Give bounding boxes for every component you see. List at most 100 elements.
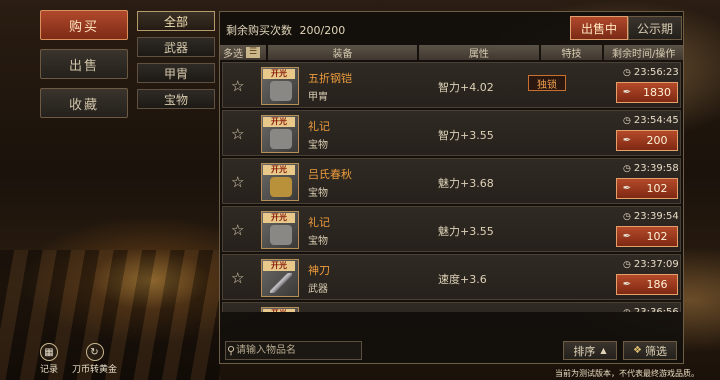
item-time-left: ◷ 23:39:54 bbox=[623, 211, 679, 222]
item-name: 礼记 bbox=[308, 120, 330, 133]
category-menu: 全部 武器 甲胄 宝物 bbox=[137, 11, 215, 115]
price-value: 200 bbox=[646, 134, 668, 147]
item-list[interactable]: ☆ 开光 五折钢铠 甲胄 智力+4.02 独锁 ◷ 23:56:23 ✒ 1830… bbox=[222, 62, 681, 312]
item-ribbon: 开光 bbox=[263, 69, 295, 79]
item-time-value: 23:36:56 bbox=[634, 307, 679, 312]
exchange-label: 刀币转黄金 bbox=[72, 365, 118, 375]
sort-label: 排序 bbox=[573, 344, 596, 358]
item-type: 宝物 bbox=[308, 236, 328, 247]
item-attribute: 魅力+3.68 bbox=[438, 177, 494, 190]
menu-favorites-button[interactable]: 收藏 bbox=[40, 88, 128, 118]
favorite-star-icon[interactable]: ☆ bbox=[231, 77, 244, 95]
item-time-left: ◷ 23:39:58 bbox=[623, 163, 679, 174]
item-time-value: 23:39:54 bbox=[633, 211, 679, 222]
item-blade-icon bbox=[270, 273, 292, 293]
search-icon: ⚲ bbox=[226, 344, 236, 357]
header-time: 剩余时间/操作 bbox=[604, 45, 684, 60]
tab-public-period[interactable]: 公示期 bbox=[628, 16, 682, 40]
category-all-button[interactable]: 全部 bbox=[137, 11, 215, 31]
remaining-value: 200/200 bbox=[299, 24, 346, 37]
left-menu: 购买 出售 收藏 bbox=[40, 10, 128, 127]
category-weapon-button[interactable]: 武器 bbox=[137, 37, 215, 57]
item-thumbnail[interactable]: 开光 bbox=[261, 67, 299, 105]
item-time-left: ◷ 23:56:23 bbox=[623, 67, 679, 78]
item-thumbnail[interactable]: 开光 bbox=[261, 163, 299, 201]
item-ribbon: 开光 bbox=[263, 117, 295, 127]
remaining-purchases: 剩余购买次数 200/200 bbox=[226, 22, 345, 38]
favorite-star-icon[interactable]: ☆ bbox=[231, 173, 244, 191]
item-row[interactable]: ☆ 开光 黑光铠 甲胄 魅力+3.56 ◷23:36:56 ✒ bbox=[222, 302, 681, 312]
multi-select-toggle-icon[interactable]: ☰ bbox=[246, 47, 260, 58]
item-row[interactable]: ☆ 开光 吕氏春秋 宝物 魅力+3.68 ◷ 23:39:58 ✒ 102 bbox=[222, 158, 681, 204]
item-time-value: 23:37:09 bbox=[633, 259, 679, 270]
exchange-icon: ↻ bbox=[85, 343, 104, 361]
buy-price-button[interactable]: ✒ 102 bbox=[616, 178, 678, 199]
header-skill: 特技 bbox=[540, 45, 603, 60]
item-row[interactable]: ☆ 开光 神刀 武器 速度+3.6 ◷ 23:37:09 ✒ 186 bbox=[222, 254, 681, 300]
item-armor-icon bbox=[270, 81, 292, 101]
item-attribute: 速度+3.6 bbox=[438, 273, 487, 286]
item-row[interactable]: ☆ 开光 礼记 宝物 智力+3.55 ◷ 23:54:45 ✒ 200 bbox=[222, 110, 681, 156]
menu-buy-button[interactable]: 购买 bbox=[40, 10, 128, 40]
header-multi-select: 多选 ☰ bbox=[220, 45, 266, 60]
filter-label: 筛选 bbox=[644, 344, 667, 358]
buy-price-button[interactable]: ✒ 186 bbox=[616, 274, 678, 295]
item-thumbnail[interactable]: 开光 bbox=[261, 211, 299, 249]
item-type: 甲胄 bbox=[308, 92, 328, 103]
item-ribbon: 开光 bbox=[263, 309, 295, 312]
item-type: 宝物 bbox=[308, 188, 328, 199]
category-armor-button[interactable]: 甲胄 bbox=[137, 63, 215, 83]
item-thumbnail[interactable]: 开光 bbox=[261, 115, 299, 153]
item-name: 神刀 bbox=[308, 264, 330, 277]
brush-currency-icon: ✒ bbox=[622, 279, 632, 290]
price-value: 102 bbox=[646, 182, 668, 195]
record-button[interactable]: ▦ 记录 bbox=[40, 343, 58, 375]
footer-note: 当前为测试版本，不代表最终游戏品质。 bbox=[555, 369, 699, 378]
remaining-label: 剩余购买次数 bbox=[226, 24, 292, 37]
item-ribbon: 开光 bbox=[263, 261, 295, 271]
market-panel: 剩余购买次数 200/200 出售中 公示期 多选 ☰ 装备 属性 特技 剩余时… bbox=[219, 11, 684, 364]
sort-button[interactable]: 排序 ▲ bbox=[563, 341, 617, 360]
item-type: 宝物 bbox=[308, 140, 328, 151]
favorite-star-icon[interactable]: ☆ bbox=[231, 221, 244, 239]
favorite-star-icon[interactable]: ☆ bbox=[231, 269, 244, 287]
item-time-left: ◷ 23:54:45 bbox=[623, 115, 679, 126]
list-header: 多选 ☰ 装备 属性 特技 剩余时间/操作 bbox=[220, 45, 684, 60]
item-thumbnail[interactable]: 开光 bbox=[261, 307, 299, 312]
item-thumbnail[interactable]: 开光 bbox=[261, 259, 299, 297]
record-label: 记录 bbox=[40, 365, 59, 375]
item-time-value: 23:56:23 bbox=[633, 67, 679, 78]
item-time-value: 23:54:45 bbox=[633, 115, 679, 126]
buy-price-button[interactable]: ✒ 1830 bbox=[616, 82, 678, 103]
search-input[interactable] bbox=[236, 342, 361, 359]
brush-currency-icon: ✒ bbox=[622, 231, 632, 242]
clock-icon: ◷ bbox=[623, 308, 631, 312]
filter-icon: ❖ bbox=[633, 345, 642, 356]
item-ribbon: 开光 bbox=[263, 165, 295, 175]
item-book-icon bbox=[270, 225, 292, 245]
item-attribute: 智力+4.02 bbox=[438, 81, 494, 94]
exchange-button[interactable]: ↻ 刀币转黄金 bbox=[72, 343, 117, 375]
tab-on-sale[interactable]: 出售中 bbox=[570, 16, 628, 40]
item-row[interactable]: ☆ 开光 礼记 宝物 魅力+3.55 ◷ 23:39:54 ✒ 102 bbox=[222, 206, 681, 252]
clock-icon: ◷ bbox=[623, 116, 631, 126]
item-name: 黑光铠 bbox=[308, 310, 341, 312]
header-equip: 装备 bbox=[267, 45, 418, 60]
search-box[interactable]: ⚲ bbox=[225, 341, 362, 360]
buy-price-button[interactable]: ✒ 102 bbox=[616, 226, 678, 247]
item-type: 武器 bbox=[308, 284, 328, 295]
item-name: 礼记 bbox=[308, 216, 330, 229]
brush-currency-icon: ✒ bbox=[622, 183, 632, 194]
clock-icon: ◷ bbox=[623, 260, 631, 270]
category-treasure-button[interactable]: 宝物 bbox=[137, 89, 215, 109]
favorite-star-icon[interactable]: ☆ bbox=[231, 125, 244, 143]
menu-sell-button[interactable]: 出售 bbox=[40, 49, 128, 79]
buy-price-button[interactable]: ✒ 200 bbox=[616, 130, 678, 151]
item-name: 五折钢铠 bbox=[308, 72, 352, 85]
price-value: 102 bbox=[646, 230, 668, 243]
sort-arrow-up-icon: ▲ bbox=[600, 346, 607, 355]
item-row[interactable]: ☆ 开光 五折钢铠 甲胄 智力+4.02 独锁 ◷ 23:56:23 ✒ 1830 bbox=[222, 62, 681, 108]
item-ribbon: 开光 bbox=[263, 213, 295, 223]
filter-button[interactable]: ❖ 筛选 bbox=[623, 341, 677, 360]
price-value: 186 bbox=[646, 278, 668, 291]
